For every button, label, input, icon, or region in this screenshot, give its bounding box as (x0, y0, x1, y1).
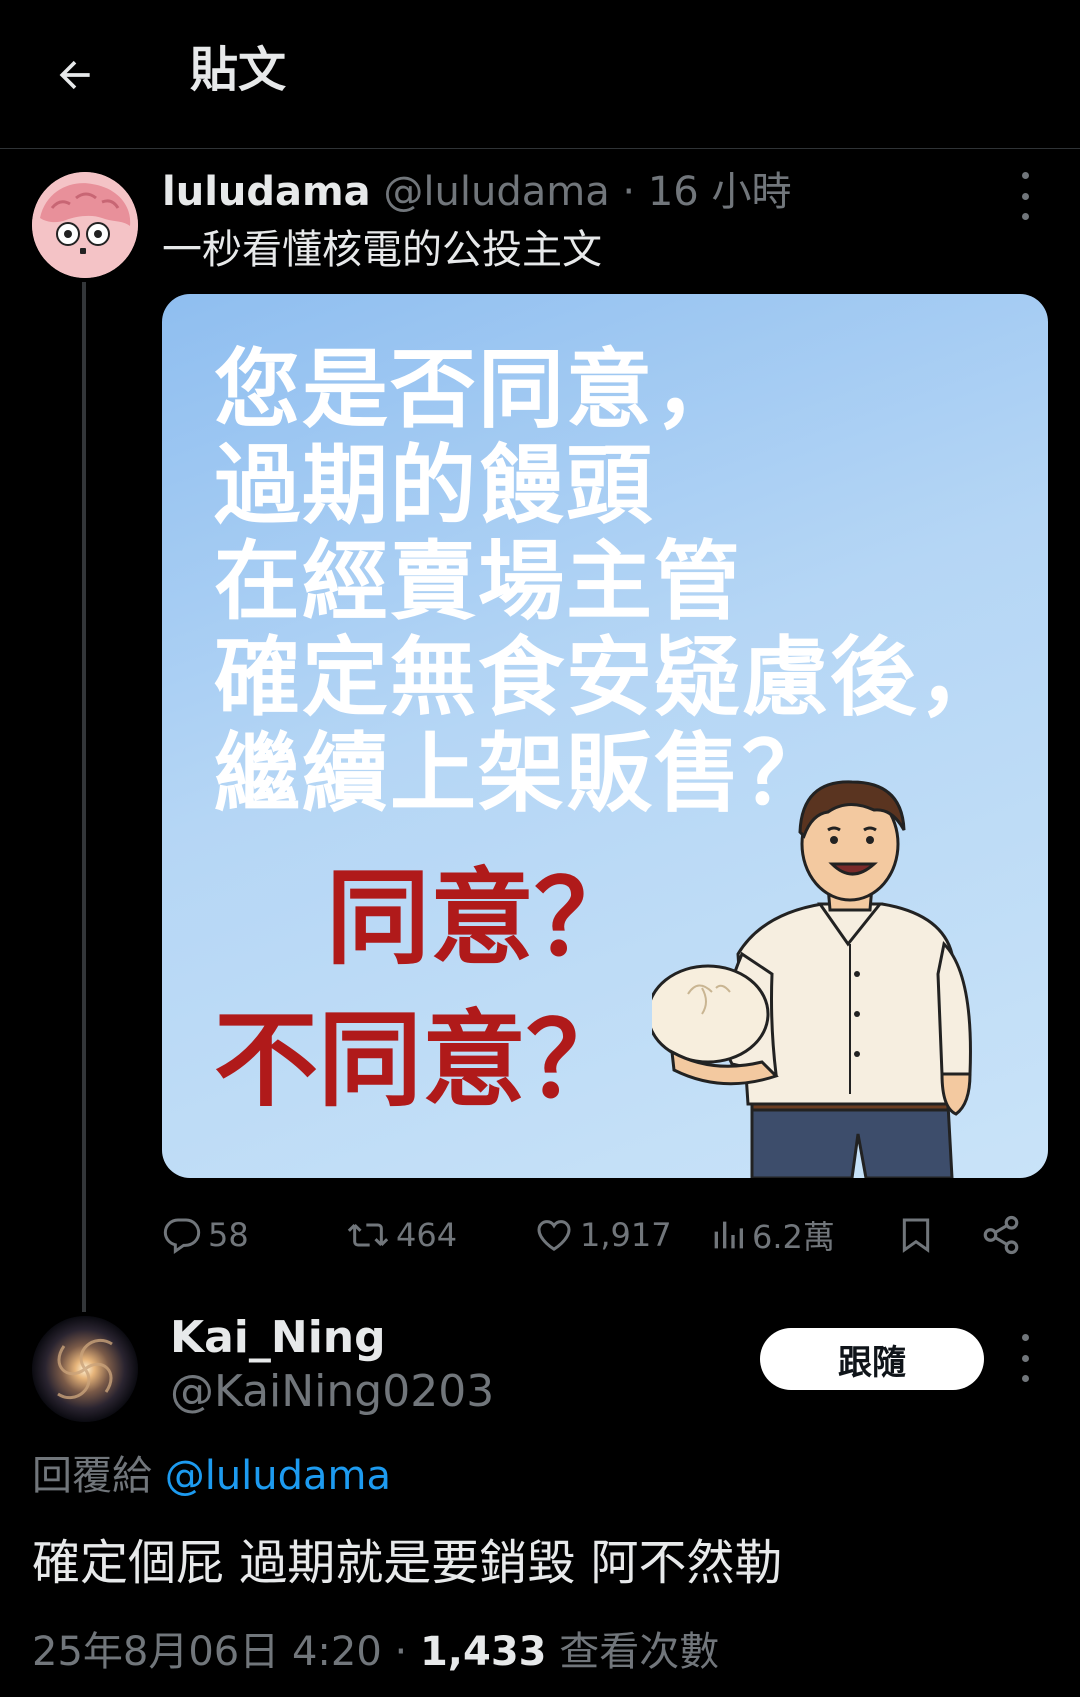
post-date[interactable]: 25年8月06日 4:20 (32, 1629, 382, 1675)
like-count: 1,917 (580, 1216, 672, 1254)
tweet-text: 一秒看懂核電的公投主文 (162, 227, 602, 273)
more-icon[interactable] (1010, 1334, 1040, 1382)
back-button[interactable] (46, 46, 104, 104)
follow-button[interactable]: 跟隨 (760, 1328, 984, 1390)
thread-connector (82, 282, 86, 1312)
reply-button[interactable]: 58 (162, 1208, 249, 1262)
tweet-image[interactable]: 您是否同意， 過期的饅頭 在經賣場主管 確定無食安疑慮後， 繼續上架販售？ 同意… (162, 294, 1048, 1178)
avatar-image (32, 172, 138, 278)
bookmark-button[interactable] (896, 1208, 936, 1262)
reply-author-handle[interactable]: @KaiNing0203 (170, 1366, 494, 1418)
reply-count: 58 (208, 1216, 249, 1254)
separator: · (381, 1629, 420, 1675)
galaxy-avatar-image (32, 1316, 138, 1422)
retweet-icon (347, 1223, 389, 1247)
post-meta: 25年8月06日 4:20 · 1,433 查看次數 (32, 1628, 719, 1676)
reply-to-mention[interactable]: @luludama (165, 1453, 391, 1499)
views-count: 6.2萬 (752, 1218, 835, 1256)
retweet-button[interactable]: 464 (346, 1208, 457, 1262)
more-icon[interactable] (1010, 172, 1040, 220)
avatar[interactable] (32, 1316, 138, 1422)
author-name[interactable]: luludama (162, 169, 371, 215)
tweet-header: luludama @luludama · 16 小時 (162, 168, 791, 216)
image-line: 您是否同意， (214, 340, 742, 440)
image-line: 確定無食安疑慮後， (214, 628, 1006, 728)
views-button[interactable]: 6.2萬 (710, 1208, 835, 1262)
like-button[interactable]: 1,917 (534, 1208, 672, 1262)
reply-icon (163, 1218, 201, 1255)
author-handle[interactable]: @luludama (383, 169, 609, 215)
image-line: 過期的饅頭 (214, 436, 654, 536)
like-icon (537, 1220, 571, 1251)
share-icon (983, 1215, 1019, 1255)
view-count-label: 查看次數 (546, 1629, 720, 1675)
image-line: 在經賣場主管 (214, 532, 742, 632)
share-button[interactable] (980, 1208, 1022, 1262)
reply-text: 確定個屁 過期就是要銷毀 阿不然勒 (32, 1535, 783, 1591)
separator: · (622, 169, 636, 215)
top-bar: 貼文 (0, 0, 1080, 149)
page-title: 貼文 (190, 42, 287, 98)
back-arrow-icon (59, 60, 90, 90)
image-answer-no: 不同意？ (214, 999, 631, 1121)
retweet-count: 464 (396, 1216, 458, 1254)
reply-to-prefix: 回覆給 (32, 1453, 165, 1499)
timestamp[interactable]: 16 小時 (648, 169, 792, 215)
bookmark-icon (902, 1218, 930, 1253)
man-with-bun-illustration (652, 780, 972, 1178)
action-bar: 58 464 1,917 6.2萬 (162, 1208, 1048, 1262)
image-answer-yes: 同意？ (326, 857, 639, 979)
views-icon (714, 1221, 743, 1249)
image-question-text: 您是否同意， 過期的饅頭 在經賣場主管 確定無食安疑慮後， 繼續上架販售？ (214, 342, 1006, 822)
reply-author-name[interactable]: Kai_Ning (170, 1312, 386, 1364)
reply-to-line: 回覆給 @luludama (32, 1452, 391, 1500)
avatar[interactable] (32, 172, 138, 278)
view-count: 1,433 (419, 1629, 547, 1675)
